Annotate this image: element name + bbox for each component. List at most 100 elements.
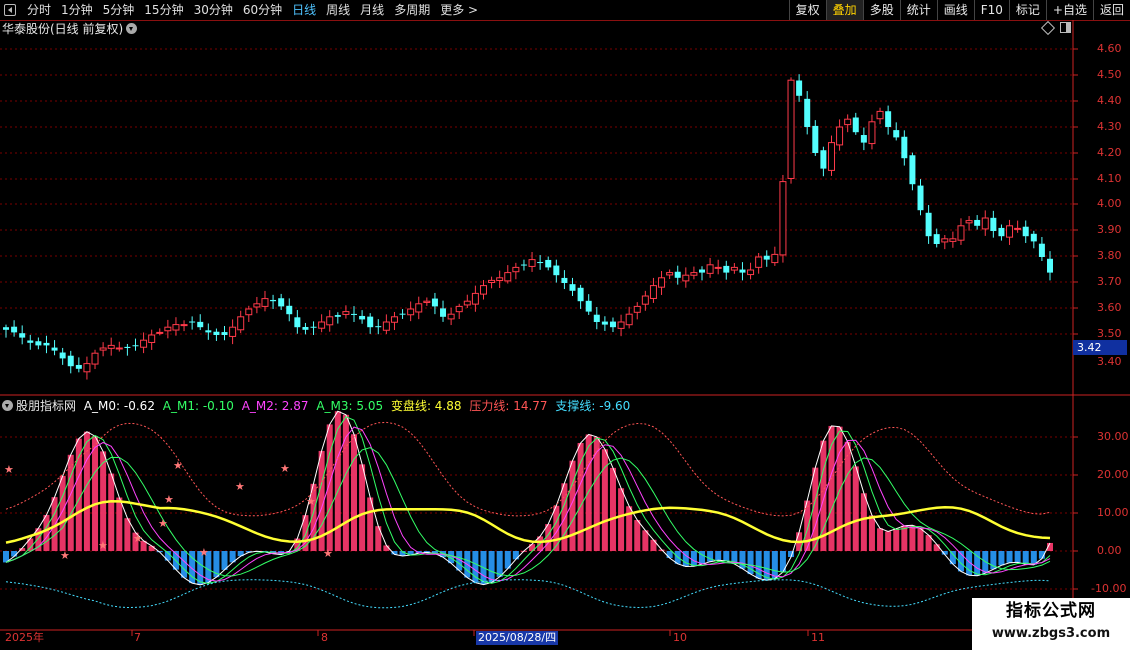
pressure-line	[5, 421, 1051, 517]
candlestick	[771, 246, 779, 266]
indicator-bar	[723, 551, 730, 561]
indicator-tick: 10.00	[1097, 506, 1129, 519]
candlestick	[981, 210, 989, 236]
indicator-bar	[763, 551, 770, 581]
legend-a-m0: A_M0: -0.62	[83, 399, 155, 413]
candlestick	[107, 337, 115, 356]
legend-a-m3: A_M3: 5.05	[316, 399, 384, 413]
candlestick	[658, 270, 666, 295]
price-tick: 3.40	[1097, 355, 1122, 368]
candlestick	[91, 349, 99, 370]
candlestick	[633, 302, 641, 320]
indicator-bar	[334, 411, 341, 551]
candlestick	[941, 234, 949, 250]
star-marker: ★	[164, 493, 174, 506]
candlestick	[520, 259, 527, 271]
candlestick	[51, 340, 58, 356]
indicator-bar	[852, 466, 859, 551]
candlestick	[189, 316, 196, 330]
indicator-bar	[609, 467, 616, 551]
candlestick	[925, 205, 932, 244]
candlestick	[1022, 220, 1029, 243]
candlestick	[933, 228, 940, 248]
x-label-month: 7	[134, 631, 141, 644]
indicator-bar	[998, 551, 1005, 566]
kline-chart[interactable]: ★ ★ ★ ★ ★ ★ ★ ★ ★ ★ ★ ★	[0, 0, 1130, 650]
indicator-bar	[1022, 551, 1029, 565]
candlestick	[998, 224, 1005, 241]
candlestick	[399, 309, 406, 319]
indicator-bar	[893, 528, 900, 551]
indicator-name: 股朋指标网	[16, 399, 77, 413]
indicator-bar	[512, 551, 519, 560]
indicator-bar	[877, 528, 884, 551]
a-m1-line	[5, 416, 1051, 585]
candlestick	[682, 267, 690, 288]
indicator-bar	[221, 551, 228, 570]
candlestick	[844, 114, 852, 133]
candlestick	[714, 259, 722, 275]
indicator-bar	[351, 434, 357, 551]
indicator-bar	[92, 436, 99, 551]
x-label-month: 10	[673, 631, 687, 644]
star-marker: ★	[60, 549, 70, 562]
candlestick	[415, 296, 423, 320]
panel-toggle-icon[interactable]	[1060, 22, 1071, 33]
indicator-bar	[108, 473, 115, 551]
stock-title[interactable]: 华泰股份(日线 前复权)	[2, 21, 138, 37]
candlestick	[593, 306, 600, 330]
price-tick: 3.60	[1097, 301, 1122, 314]
indicator-bar	[771, 551, 778, 579]
candlestick	[367, 313, 374, 334]
price-tick: 3.90	[1097, 223, 1122, 236]
candlestick	[479, 280, 487, 300]
price-tick: 4.40	[1097, 94, 1122, 107]
candlestick	[334, 312, 341, 324]
candlestick	[885, 105, 892, 135]
candlestick	[67, 350, 74, 374]
indicator-bar	[1014, 551, 1021, 563]
watermark-title: 指标公式网	[1006, 601, 1096, 621]
candlestick	[528, 251, 536, 272]
candlestick	[488, 276, 496, 289]
price-tick: 4.10	[1097, 172, 1122, 185]
candlestick	[270, 294, 277, 309]
legend-pressure-line: 压力线: 14.77	[469, 399, 548, 413]
candlestick	[836, 119, 844, 151]
indicator-bar	[67, 454, 74, 551]
candlestick	[115, 341, 123, 352]
candlestick	[286, 298, 293, 322]
candlestick	[205, 323, 212, 340]
star-marker: ★	[133, 532, 143, 545]
candlestick	[59, 347, 66, 365]
candlestick	[763, 250, 770, 267]
indicator-tick: -10.00	[1091, 582, 1127, 595]
legend-change-line: 变盘线: 4.88	[390, 399, 462, 413]
indicator-bar	[1006, 551, 1013, 563]
a-m0-line	[5, 410, 1051, 586]
candlestick	[917, 179, 924, 216]
candlestick	[609, 317, 616, 333]
candlestick	[545, 256, 552, 271]
indicator-bar	[59, 475, 66, 551]
candlestick	[1047, 251, 1053, 281]
candlestick	[625, 306, 633, 329]
chevron-down-icon[interactable]	[126, 23, 138, 34]
candlestick	[229, 319, 237, 345]
candlestick	[172, 317, 180, 336]
candlestick	[666, 269, 674, 280]
star-marker: ★	[235, 480, 245, 493]
candlestick	[949, 231, 957, 248]
star-marker: ★	[306, 495, 316, 508]
candlestick	[440, 300, 447, 322]
indicator-bar	[917, 528, 924, 551]
date-cursor-label: 2025/08/28/四	[476, 631, 559, 645]
indicator-bar	[707, 551, 714, 562]
chevron-down-icon[interactable]	[2, 400, 13, 411]
candlestick	[35, 337, 42, 350]
candlestick	[237, 310, 245, 333]
indicator-tick: 30.00	[1097, 430, 1129, 443]
x-label-year: 2025年	[5, 631, 44, 644]
indicator-bar	[496, 551, 503, 577]
candlestick	[617, 314, 625, 337]
